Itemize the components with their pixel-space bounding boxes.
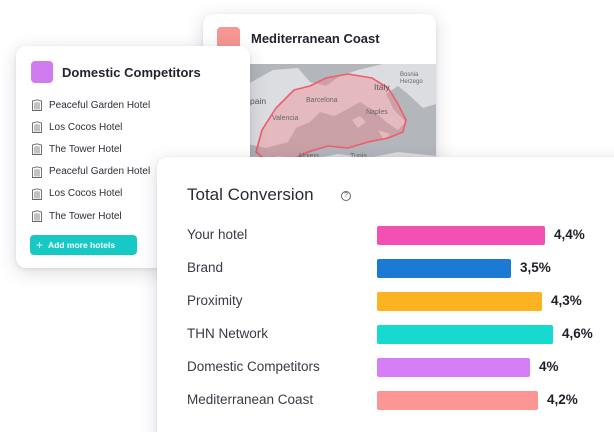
- add-more-hotels-label: Add more hotels: [48, 240, 116, 250]
- hotel-list-item[interactable]: The Tower Hotel: [31, 138, 150, 160]
- conversion-value: 4,2%: [547, 392, 578, 407]
- map-label-bosnia: Bosnia: [400, 72, 419, 78]
- hotel-name: The Tower Hotel: [49, 210, 122, 222]
- conversion-row-label: Your hotel: [187, 227, 248, 242]
- total-conversion-card: Total Conversion ? Your hotel 4,4% Brand 3,…: [157, 157, 614, 432]
- hotel-list-item[interactable]: The Tower Hotel: [31, 205, 150, 227]
- map-label-italy: Italy: [374, 82, 390, 92]
- hotel-list: Peaceful Garden Hotel Los Cocos Hotel The …: [31, 94, 150, 227]
- conversion-bar: [377, 259, 511, 278]
- map-label-naples: Naples: [366, 109, 388, 116]
- conversion-row-label: Domestic Competitors: [187, 359, 320, 374]
- hotel-name: Peaceful Garden Hotel: [49, 166, 151, 178]
- conversion-row-label: THN Network: [187, 326, 269, 341]
- hotel-list-item[interactable]: Peaceful Garden Hotel: [31, 161, 150, 183]
- conversion-value: 3,5%: [520, 260, 551, 275]
- conversion-value: 4%: [539, 359, 559, 374]
- domestic-color-swatch: [31, 61, 53, 83]
- hotel-name: The Tower Hotel: [49, 143, 122, 155]
- map-label-barcelona: Barcelona: [306, 97, 338, 104]
- total-conversion-title: Total Conversion: [187, 185, 314, 204]
- conversion-row-label: Brand: [187, 260, 224, 275]
- conversion-bar: [377, 292, 542, 311]
- map-label-valencia: Valencia: [272, 115, 298, 122]
- conversion-bar: [377, 358, 530, 377]
- mediterranean-card-title: Mediterranean Coast: [251, 31, 380, 46]
- hotel-name: Los Cocos Hotel: [49, 188, 123, 200]
- building-icon: [32, 121, 42, 134]
- conversion-bar: [377, 325, 553, 344]
- hotel-list-item[interactable]: Los Cocos Hotel: [31, 116, 150, 138]
- map-label-herzego: Herzego: [400, 79, 423, 85]
- domestic-card-title: Domestic Competitors: [62, 65, 201, 80]
- building-icon: [32, 188, 42, 200]
- hotel-list-item[interactable]: Peaceful Garden Hotel: [31, 94, 150, 116]
- hotel-name: Los Cocos Hotel: [49, 121, 123, 133]
- building-icon: [32, 99, 42, 112]
- plus-icon: +: [36, 238, 44, 252]
- map-label-spain: pain: [250, 96, 266, 106]
- hotel-list-item[interactable]: Los Cocos Hotel: [31, 183, 150, 205]
- question-circle-icon[interactable]: ?: [341, 191, 351, 201]
- building-icon: [32, 210, 42, 222]
- building-icon: [32, 143, 42, 156]
- conversion-row-label: Mediterranean Coast: [187, 392, 314, 407]
- conversion-value: 4,3%: [551, 293, 582, 308]
- building-icon: [32, 165, 42, 178]
- conversion-value: 4,4%: [554, 227, 585, 242]
- conversion-bar: [377, 391, 538, 410]
- hotel-name: Peaceful Garden Hotel: [49, 99, 151, 111]
- conversion-bar: [377, 226, 545, 245]
- conversion-row-label: Proximity: [187, 293, 243, 308]
- add-more-hotels-button[interactable]: + Add more hotels: [30, 235, 137, 255]
- conversion-value: 4,6%: [562, 326, 593, 341]
